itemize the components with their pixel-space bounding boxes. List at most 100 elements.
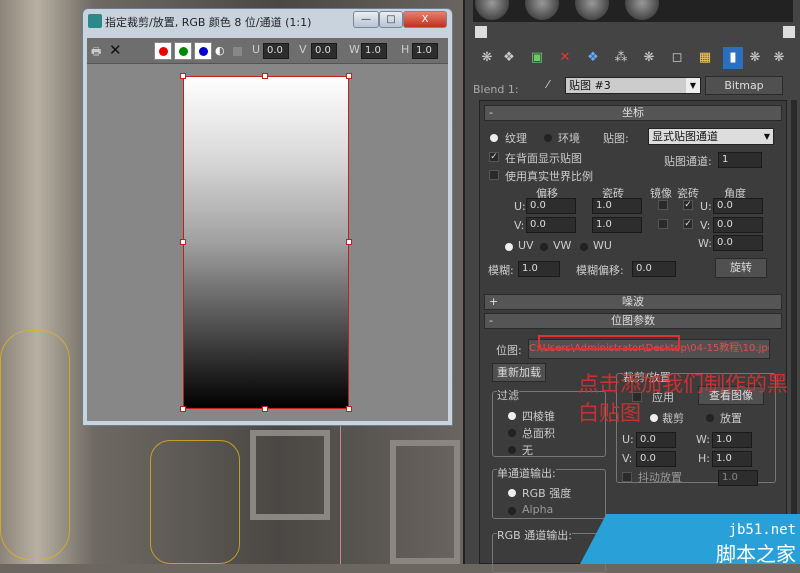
blend-label: Blend 1: xyxy=(473,83,519,96)
crop-handle[interactable] xyxy=(262,406,268,412)
gradient-bitmap-preview[interactable] xyxy=(180,73,352,412)
blur-field[interactable]: 1.0 xyxy=(518,261,560,277)
eyedropper-icon[interactable]: ⁄ xyxy=(547,78,549,91)
offset-u-field[interactable]: 0.0 xyxy=(526,198,576,214)
jitter-checkbox[interactable] xyxy=(622,472,632,482)
watermark-name: 脚本之家 xyxy=(716,542,796,566)
tiling-u-field[interactable]: 1.0 xyxy=(592,198,642,214)
crop-handle[interactable] xyxy=(180,73,186,79)
show-back-checkbox[interactable]: ✓ xyxy=(489,152,499,162)
vw-label: VW xyxy=(553,239,572,252)
go-forward-icon[interactable]: ❋ xyxy=(769,47,789,69)
angle-v-field[interactable]: 0.0 xyxy=(713,217,763,233)
mapping-dropdown[interactable]: 显式贴图通道 ▼ xyxy=(648,128,774,145)
crop-handle[interactable] xyxy=(180,406,186,412)
close-button[interactable]: X xyxy=(403,11,447,28)
crop-handle[interactable] xyxy=(346,239,352,245)
angle-u-field[interactable]: 0.0 xyxy=(713,198,763,214)
watermark-site: jb51.net xyxy=(728,522,796,538)
h-field[interactable]: 1.0 xyxy=(412,43,438,59)
show-end-result-icon[interactable]: ▮ xyxy=(723,47,743,69)
picture-frame xyxy=(250,430,330,520)
rgb-intensity-radio[interactable] xyxy=(508,489,516,497)
rgb-intensity-label: RGB 强度 xyxy=(522,487,572,500)
blur-offset-field[interactable]: 0.0 xyxy=(632,261,676,277)
show-in-viewport-icon[interactable]: ▦ xyxy=(695,47,715,69)
mono-toggle-icon[interactable] xyxy=(233,47,242,56)
v-field[interactable]: 0.0 xyxy=(311,43,337,59)
summed-area-radio[interactable] xyxy=(508,429,516,437)
angle-w-label: W: xyxy=(698,237,712,250)
texture-radio[interactable] xyxy=(490,134,498,142)
texture-label: 纹理 xyxy=(505,132,527,145)
show-back-label: 在背面显示贴图 xyxy=(505,152,582,165)
crop-handle[interactable] xyxy=(262,73,268,79)
delete-icon[interactable]: ✕ xyxy=(555,47,575,69)
bitmap-params-rollout-header[interactable]: - 位图参数 xyxy=(484,313,782,329)
h-label: H xyxy=(401,43,410,56)
blue-channel-toggle[interactable] xyxy=(194,42,212,60)
environ-radio[interactable] xyxy=(544,134,552,142)
guide-line xyxy=(340,420,341,564)
tiling-v-field[interactable]: 1.0 xyxy=(592,217,642,233)
assign-material-icon[interactable]: ▣ xyxy=(527,47,547,69)
angle-w-field[interactable]: 0.0 xyxy=(713,235,763,251)
crop-w-field[interactable]: 1.0 xyxy=(712,432,752,448)
uv-radio[interactable] xyxy=(505,243,513,251)
crop-canvas[interactable] xyxy=(87,64,448,421)
crop-handle[interactable] xyxy=(346,73,352,79)
tile-v-checkbox[interactable]: ✓ xyxy=(683,219,693,229)
tile-u-checkbox[interactable]: ✓ xyxy=(683,200,693,210)
get-material-icon[interactable]: ❋ xyxy=(477,47,497,69)
make-unique-icon[interactable]: ❖ xyxy=(583,47,603,69)
channel-field[interactable]: 1 xyxy=(718,152,762,168)
material-slots[interactable] xyxy=(473,0,793,22)
mirror-v-checkbox[interactable] xyxy=(658,219,668,229)
vw-radio[interactable] xyxy=(540,243,548,251)
green-channel-toggle[interactable] xyxy=(174,42,192,60)
alpha-radio[interactable] xyxy=(508,507,516,515)
minimize-button[interactable]: — xyxy=(353,11,379,28)
panel-scrollbar[interactable] xyxy=(791,100,797,564)
reload-button[interactable]: 重新加载 xyxy=(492,363,546,382)
go-to-parent-icon[interactable]: ❋ xyxy=(745,47,765,69)
material-editor-panel: ❋ ❖ ▣ ✕ ❖ ⁂ ❋ ◻ ▦ ▮ ❋ ❋ Blend 1: ⁄ 贴图 #3… xyxy=(463,0,800,573)
mirror-u-checkbox[interactable] xyxy=(658,200,668,210)
u-label: U: xyxy=(514,200,526,213)
crop-h-field[interactable]: 1.0 xyxy=(712,451,752,467)
wu-radio[interactable] xyxy=(580,243,588,251)
crop-handle[interactable] xyxy=(180,239,186,245)
print-icon[interactable]: 🖶 xyxy=(91,43,101,62)
alpha-toggle-icon[interactable]: ◐ xyxy=(215,44,225,57)
crop-v-label: V: xyxy=(622,452,633,465)
chevron-down-icon[interactable]: ▼ xyxy=(686,78,700,93)
pyramidal-radio[interactable] xyxy=(508,412,516,420)
noise-rollout-header[interactable]: + 噪波 xyxy=(484,294,782,310)
u-field[interactable]: 0.0 xyxy=(263,43,289,59)
scroll-right-button[interactable] xyxy=(783,26,795,38)
crop-u-field[interactable]: 0.0 xyxy=(636,432,676,448)
angle-u-label: U: xyxy=(700,200,712,213)
map-type-button[interactable]: Bitmap xyxy=(705,76,783,95)
real-world-checkbox[interactable] xyxy=(489,170,499,180)
put-to-scene-icon[interactable]: ❖ xyxy=(499,47,519,69)
rotate-button[interactable]: 旋转 xyxy=(715,258,767,278)
jitter-field[interactable]: 1.0 xyxy=(718,470,758,486)
map-name-field[interactable]: 贴图 #3 ▼ xyxy=(565,77,701,94)
maximize-button[interactable]: □ xyxy=(379,11,403,28)
offset-v-field[interactable]: 0.0 xyxy=(526,217,576,233)
angle-v-label: V: xyxy=(700,219,711,232)
material-id-icon[interactable]: ❋ xyxy=(639,47,659,69)
crop-v-field[interactable]: 0.0 xyxy=(636,451,676,467)
show-map-icon[interactable]: ◻ xyxy=(667,47,687,69)
red-channel-toggle[interactable] xyxy=(154,42,172,60)
rgb-output-label: RGB 通道输出: xyxy=(497,527,572,543)
no-filter-radio[interactable] xyxy=(508,446,516,454)
crop-handle[interactable] xyxy=(346,406,352,412)
coordinates-rollout-header[interactable]: - 坐标 xyxy=(484,105,782,121)
mapping-label: 贴图: xyxy=(603,132,629,145)
scroll-left-button[interactable] xyxy=(475,26,487,38)
put-to-library-icon[interactable]: ⁂ xyxy=(611,47,631,69)
w-field[interactable]: 1.0 xyxy=(361,43,387,59)
close-x-icon[interactable]: ✕ xyxy=(109,41,122,59)
